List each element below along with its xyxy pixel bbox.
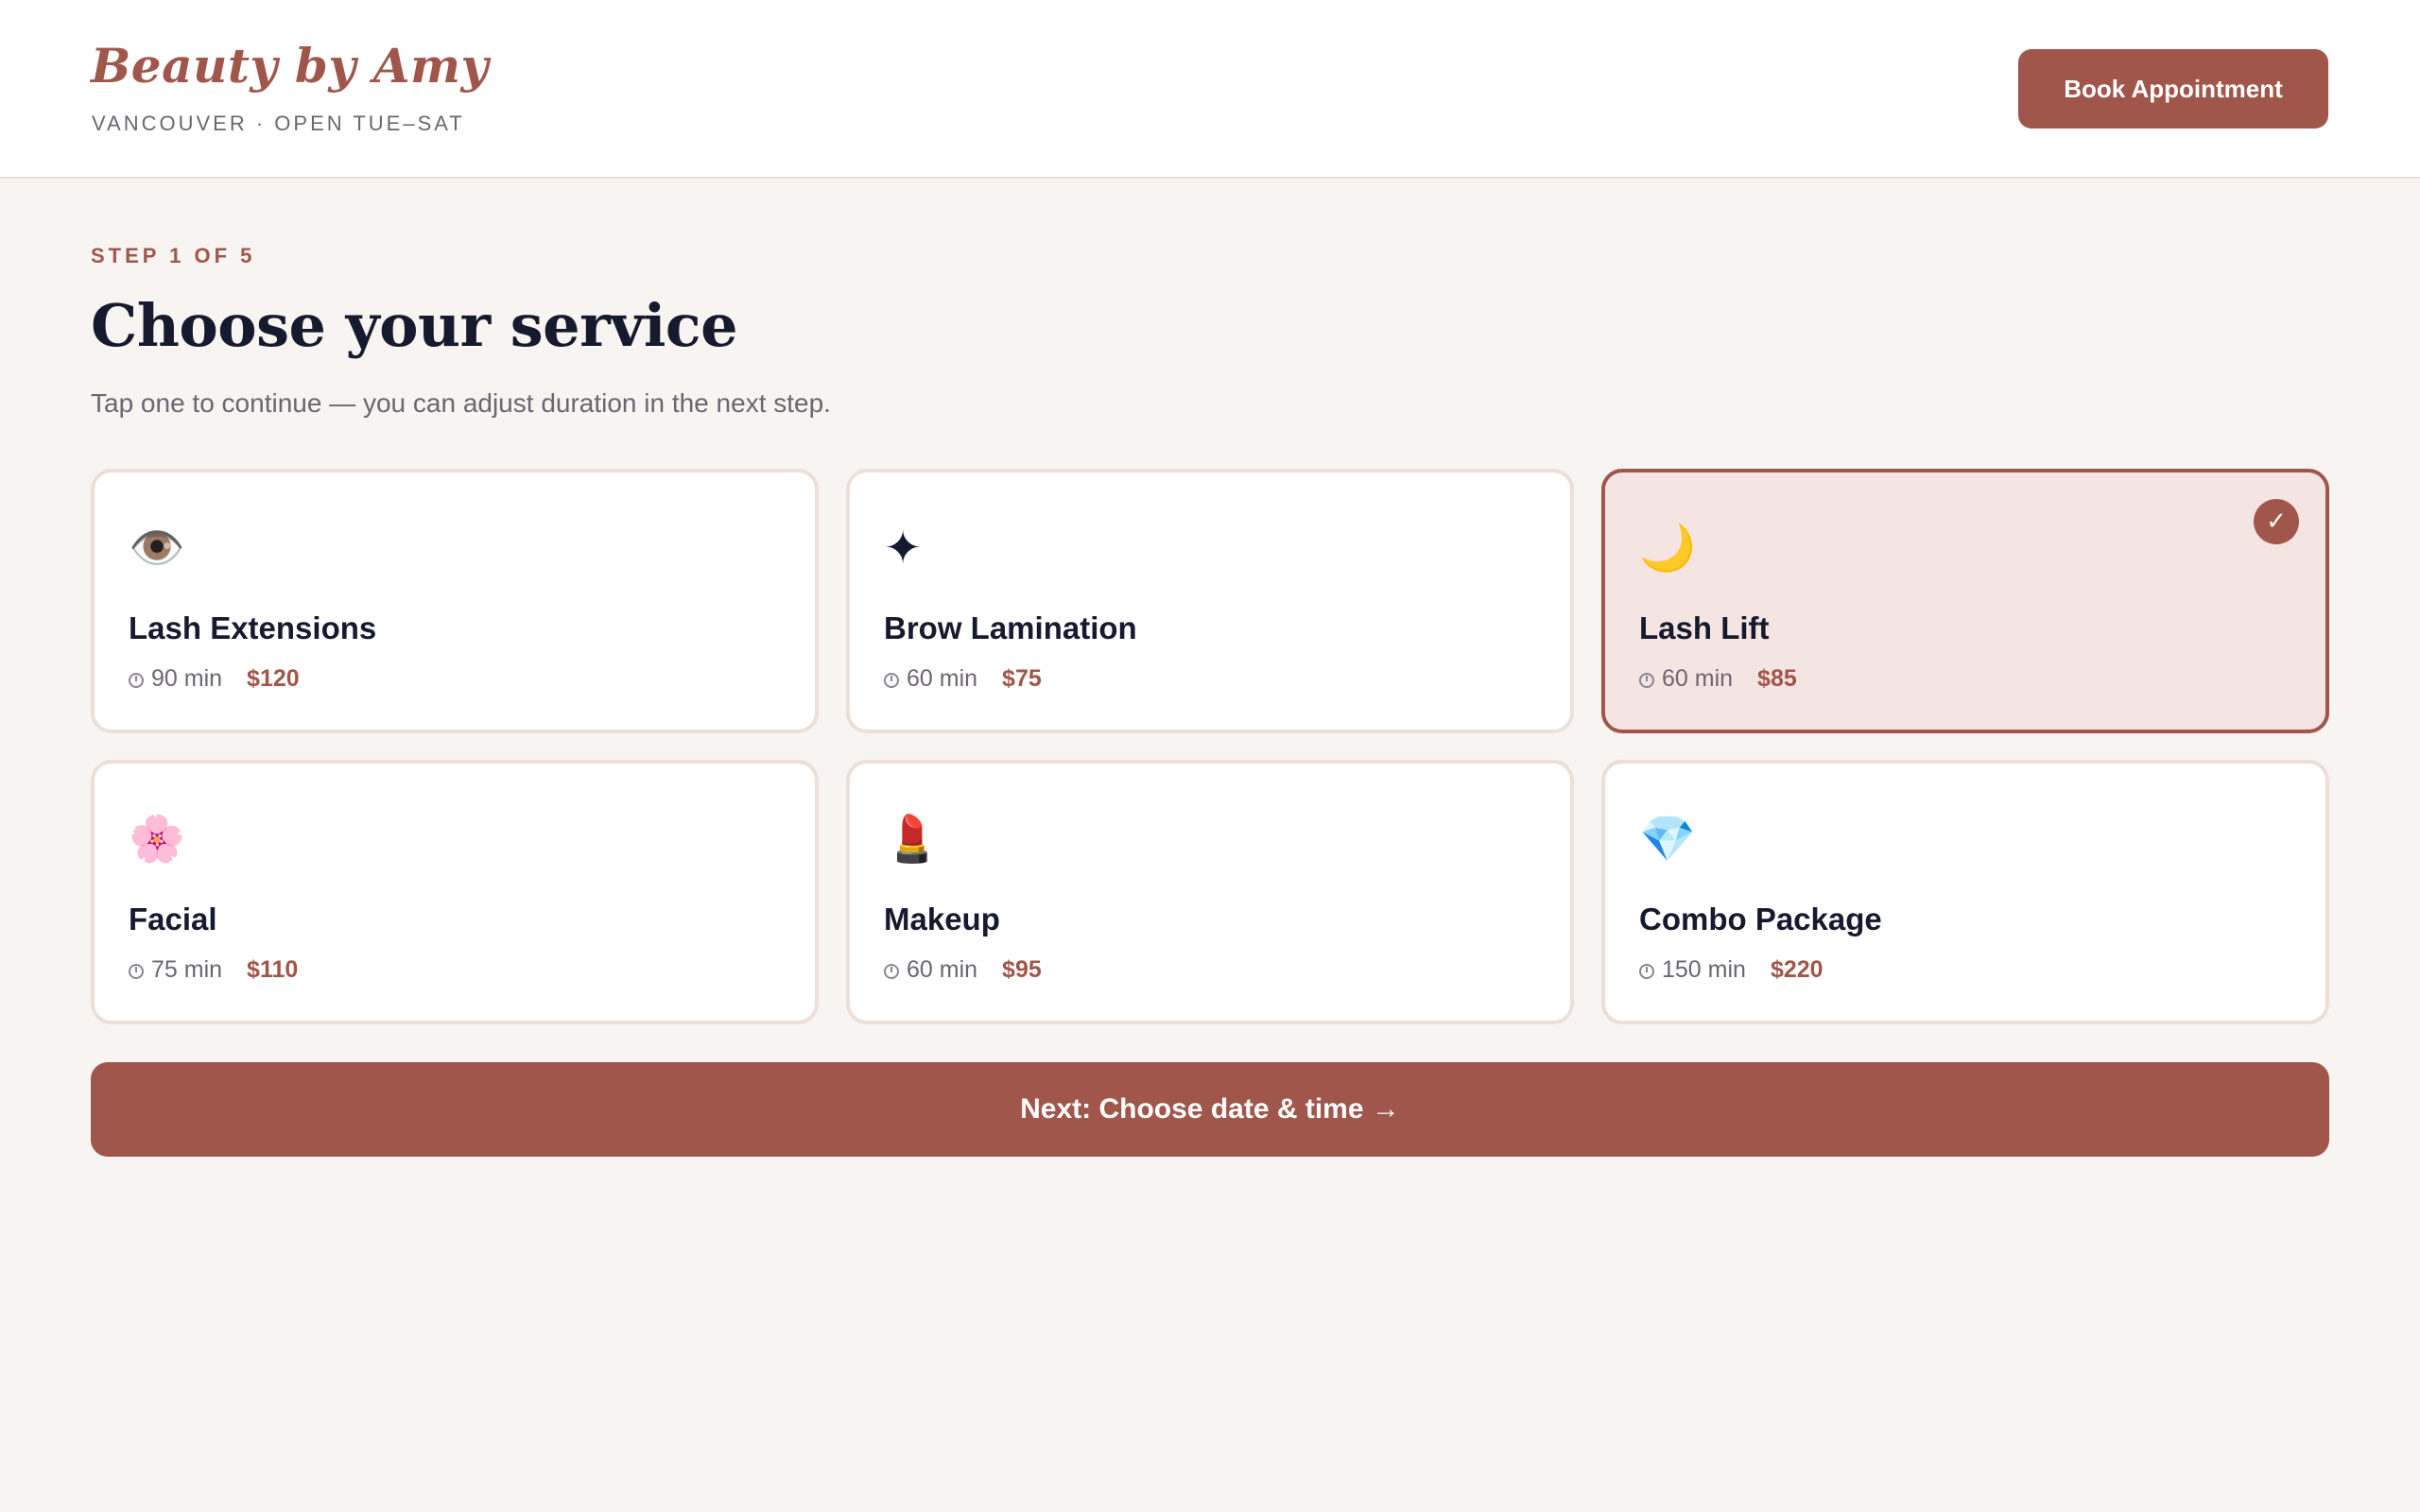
service-duration: 60 min — [1662, 665, 1734, 692]
service-duration: 90 min — [151, 665, 223, 692]
gem-icon: 💎 — [1639, 813, 1696, 866]
step-indicator: STEP 1 OF 5 — [91, 244, 256, 267]
service-name: Lash Extensions — [129, 610, 377, 645]
service-name: Lash Lift — [1639, 610, 1770, 645]
service-price: $75 — [1002, 665, 1042, 692]
site-header: Beauty by Amy VANCOUVER · OPEN TUE–SAT B… — [0, 0, 2420, 179]
clock-icon — [884, 963, 899, 979]
moon-icon: 🌙 — [1639, 522, 1696, 575]
service-price: $220 — [1770, 956, 1824, 983]
clock-icon — [1639, 672, 1654, 688]
service-card-lash-extensions[interactable]: 👁️ Lash Extensions 90 min $120 — [91, 469, 819, 733]
service-name: Brow Lamination — [884, 610, 1137, 645]
service-duration: 60 min — [907, 956, 978, 983]
brand-name: Beauty by Amy — [91, 38, 490, 94]
next-step-button[interactable]: Next: Choose date & time → — [91, 1062, 2329, 1157]
service-duration: 75 min — [151, 956, 223, 983]
service-meta: 90 min $120 — [129, 665, 300, 693]
service-duration: 150 min — [1662, 956, 1746, 983]
lipstick-icon: 💄 — [884, 813, 941, 866]
service-grid: 👁️ Lash Extensions 90 min $120 ✦ Brow La… — [91, 469, 2329, 1024]
selected-check-icon: ✓ — [2254, 499, 2299, 544]
service-meta: 75 min $110 — [129, 956, 298, 984]
service-price: $120 — [247, 665, 300, 692]
service-duration: 60 min — [907, 665, 978, 692]
service-meta: 60 min $75 — [884, 665, 1042, 693]
clock-icon — [129, 963, 144, 979]
service-card-makeup[interactable]: 💄 Makeup 60 min $95 — [846, 760, 1574, 1024]
flower-icon: 🌸 — [129, 813, 185, 866]
sparkle-icon: ✦ — [884, 522, 923, 575]
book-appointment-button[interactable]: Book Appointment — [2018, 49, 2328, 129]
service-card-lash-lift[interactable]: 🌙 ✓ Lash Lift 60 min $85 — [1601, 469, 2329, 733]
clock-icon — [129, 672, 144, 688]
service-name: Combo Package — [1639, 902, 1882, 936]
eye-icon: 👁️ — [129, 522, 185, 575]
clock-icon — [884, 672, 899, 688]
service-price: $110 — [247, 956, 299, 983]
service-name: Facial — [129, 902, 217, 936]
service-card-combo-package[interactable]: 💎 Combo Package 150 min $220 — [1601, 760, 2329, 1024]
page-subtitle: Tap one to continue — you can adjust dur… — [91, 388, 831, 418]
service-meta: 150 min $220 — [1639, 956, 1824, 984]
page-title: Choose your service — [91, 291, 738, 360]
service-card-brow-lamination[interactable]: ✦ Brow Lamination 60 min $75 — [846, 469, 1574, 733]
service-price: $95 — [1002, 956, 1042, 983]
brand-location-hours: VANCOUVER · OPEN TUE–SAT — [92, 112, 465, 135]
clock-icon — [1639, 963, 1654, 979]
service-price: $85 — [1757, 665, 1797, 692]
service-name: Makeup — [884, 902, 1000, 936]
service-meta: 60 min $95 — [884, 956, 1042, 984]
service-card-facial[interactable]: 🌸 Facial 75 min $110 — [91, 760, 819, 1024]
service-meta: 60 min $85 — [1639, 665, 1797, 693]
